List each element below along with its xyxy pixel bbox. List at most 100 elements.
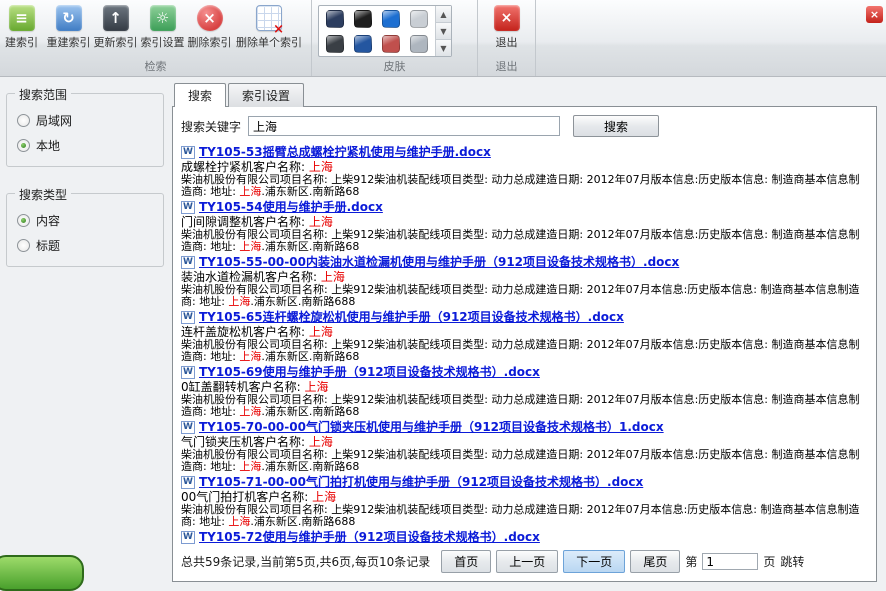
content-area: 搜索范围 局域网 本地 搜索类型 内容 标题 搜索 索引设置: [0, 77, 886, 579]
exit-button[interactable]: × 退出: [484, 3, 529, 50]
type-option-title[interactable]: 标题: [15, 233, 155, 258]
skin-light-icon[interactable]: [410, 35, 428, 53]
result-title-row: W TY105-65连杆螺栓旋松机使用与维护手册（912项目设备技术规格书）.do…: [181, 310, 868, 325]
word-doc-icon: W: [181, 256, 195, 269]
result-link[interactable]: TY105-69使用与维护手册（912项目设备技术规格书）.docx: [199, 365, 540, 380]
word-doc-icon: W: [181, 311, 195, 324]
update-index-button[interactable]: ↑ 更新索引: [92, 3, 139, 50]
radio-local-icon: [17, 139, 30, 152]
result-title-row: W TY105-54使用与维护手册.docx: [181, 200, 868, 215]
result-item: W TY105-70-00-00气门锁夹压机使用与维护手册（912项目设备技术规格…: [181, 420, 868, 473]
scope-option-lan-label: 局域网: [36, 112, 72, 129]
delete-single-index-label: 删除单个索引: [236, 34, 302, 50]
ribbon-group-exit: × 退出 退出: [478, 0, 536, 76]
jump-to-page-button[interactable]: 跳转: [780, 553, 804, 570]
pagination-summary: 总共59条记录,当前第5页,共6页,每页10条记录: [181, 553, 430, 570]
first-page-button[interactable]: 首页: [441, 550, 491, 573]
index-settings-button[interactable]: ☼ 索引设置: [139, 3, 186, 50]
delete-index-button[interactable]: × 删除索引: [186, 3, 233, 50]
scope-option-local[interactable]: 本地: [15, 133, 155, 158]
skin-office-dark-icon[interactable]: [326, 10, 344, 28]
exit-label: 退出: [496, 34, 518, 50]
result-meta: 柴油机股份有限公司项目名称: 上柴912柴油机装配线项目类型: 动力总成建造日期…: [181, 339, 868, 363]
scope-option-lan[interactable]: 局域网: [15, 108, 155, 133]
ribbon: ≡ 建索引 ↻ 重建索引 ↑ 更新索引 ☼ 索引设置 × 删除索引 删除单个索引: [0, 0, 886, 77]
word-doc-icon: W: [181, 201, 195, 214]
type-option-content[interactable]: 内容: [15, 208, 155, 233]
create-index-button[interactable]: ≡ 建索引: [0, 3, 45, 50]
result-item: W TY105-55-00-00内装油水道检漏机使用与维护手册（912项目设备技术…: [181, 255, 868, 308]
word-doc-icon: W: [181, 146, 195, 159]
rebuild-index-label: 重建索引: [47, 34, 91, 50]
result-meta: 柴油机股份有限公司项目名称: 上柴912柴油机装配线项目类型: 动力总成建造日期…: [181, 229, 868, 253]
result-link[interactable]: TY105-54使用与维护手册.docx: [199, 200, 383, 215]
radio-content-icon: [17, 214, 30, 227]
search-button[interactable]: 搜索: [573, 115, 659, 137]
result-item: WTY105-54使用与维护手册.docx门间隙调整机客户名称: 上海柴油机股份…: [181, 200, 868, 253]
skin-blue-icon[interactable]: [382, 10, 400, 28]
pagination-bar: 总共59条记录,当前第5页,共6页,每页10条记录 首页 上一页 下一页 尾页 …: [181, 550, 868, 573]
rebuild-index-button[interactable]: ↻ 重建索引: [45, 3, 92, 50]
skin-silver-icon[interactable]: [410, 10, 428, 28]
result-link[interactable]: TY105-65连杆螺栓旋松机使用与维护手册（912项目设备技术规格书）.doc…: [199, 310, 624, 325]
tab-strip: 搜索 索引设置: [174, 82, 877, 106]
skin-scroll-down-icon[interactable]: ▼: [436, 23, 451, 40]
result-link[interactable]: TY105-71-00-00气门拍打机使用与维护手册（912项目设备技术规格书）…: [199, 475, 643, 490]
word-doc-icon: W: [181, 366, 195, 379]
last-page-button[interactable]: 尾页: [630, 550, 680, 573]
ribbon-group-skin: ▲ ▼ ▼ 皮肤: [312, 0, 478, 76]
result-meta: 柴油机股份有限公司项目名称: 上柴912柴油机装配线项目类型: 动力总成建造日期…: [181, 174, 868, 198]
type-option-title-label: 标题: [36, 237, 60, 254]
radio-lan-icon: [17, 114, 30, 127]
result-item: W TY105-71-00-00气门拍打机使用与维护手册（912项目设备技术规格书…: [181, 475, 868, 528]
result-link[interactable]: TY105-53摇臂总成螺栓拧紧机使用与维护手册.docx: [199, 145, 491, 160]
sidebar: 搜索范围 局域网 本地 搜索类型 内容 标题: [0, 77, 170, 579]
rebuild-index-icon: ↻: [56, 5, 82, 31]
prev-page-button[interactable]: 上一页: [496, 550, 558, 573]
next-page-button[interactable]: 下一页: [563, 550, 625, 573]
skin-gallery-more-icon[interactable]: ▼: [436, 40, 451, 56]
skin-scroll-up-icon[interactable]: ▲: [436, 6, 451, 23]
page-number-input[interactable]: [702, 553, 758, 570]
search-tab-page: 搜索关键字 搜索 WTY105-53摇臂总成螺栓拧紧机使用与维护手册.docx成…: [172, 106, 877, 582]
skin-dark-gray-icon[interactable]: [326, 35, 344, 53]
skin-black-icon[interactable]: [354, 10, 372, 28]
delete-index-label: 删除索引: [188, 34, 232, 50]
main-panel: 搜索 索引设置 搜索关键字 搜索 W TY105-53摇臂总成螺栓拧紧机使用与维护…: [170, 77, 886, 579]
tab-index-settings[interactable]: 索引设置: [228, 83, 304, 107]
word-doc-icon: W: [181, 421, 195, 434]
result-link[interactable]: TY105-70-00-00气门锁夹压机使用与维护手册（912项目设备技术规格书…: [199, 420, 664, 435]
update-index-icon: ↑: [103, 5, 129, 31]
skin-gallery-scrollbar: ▲ ▼ ▼: [435, 6, 451, 56]
result-item: WTY105-53摇臂总成螺栓拧紧机使用与维护手册.docx成螺栓拧紧机客户名称…: [181, 145, 868, 198]
ribbon-buttons: ≡ 建索引 ↻ 重建索引 ↑ 更新索引 ☼ 索引设置 × 删除索引 删除单个索引: [6, 3, 305, 50]
update-index-label: 更新索引: [94, 34, 138, 50]
result-item: WTY105-69使用与维护手册（912项目设备技术规格书）.docx0缸盖翻转…: [181, 365, 868, 418]
skin-navy-icon[interactable]: [354, 35, 372, 53]
tab-search[interactable]: 搜索: [174, 83, 226, 107]
skin-orange-icon[interactable]: [382, 35, 400, 53]
ribbon-group-label-search: 检索: [0, 58, 311, 74]
result-link[interactable]: TY105-55-00-00内装油水道检漏机使用与维护手册（912项目设备技术规…: [199, 255, 679, 270]
delete-index-icon: ×: [197, 5, 223, 31]
search-keyword-label: 搜索关键字: [181, 118, 241, 135]
corner-red-icon[interactable]: ×: [866, 6, 883, 23]
word-doc-icon: W: [181, 476, 195, 489]
result-title-row: WTY105-72使用与维护手册（912项目设备技术规格书）.docx: [181, 530, 868, 545]
search-row: 搜索关键字 搜索: [181, 115, 868, 137]
search-scope-groupbox: 搜索范围 局域网 本地: [6, 93, 164, 167]
delete-single-index-button[interactable]: 删除单个索引: [233, 3, 305, 50]
page-number-prefix: 第: [685, 553, 697, 570]
exit-icon: ×: [494, 5, 520, 31]
search-type-groupbox: 搜索类型 内容 标题: [6, 193, 164, 267]
delete-single-index-icon: [256, 5, 282, 31]
search-input[interactable]: [248, 116, 560, 136]
search-scope-title: 搜索范围: [15, 86, 71, 103]
search-type-title: 搜索类型: [15, 186, 71, 203]
ribbon-group-label-skin: 皮肤: [312, 58, 477, 74]
result-meta: 柴油机股份有限公司项目名称: 上柴912柴油机装配线项目类型: 动力总成建造日期…: [181, 449, 868, 473]
result-link[interactable]: TY105-72使用与维护手册（912项目设备技术规格书）.docx: [199, 530, 540, 545]
results-list: WTY105-53摇臂总成螺栓拧紧机使用与维护手册.docx成螺栓拧紧机客户名称…: [181, 145, 868, 545]
create-index-icon: ≡: [9, 5, 35, 31]
create-index-label: 建索引: [5, 34, 38, 50]
